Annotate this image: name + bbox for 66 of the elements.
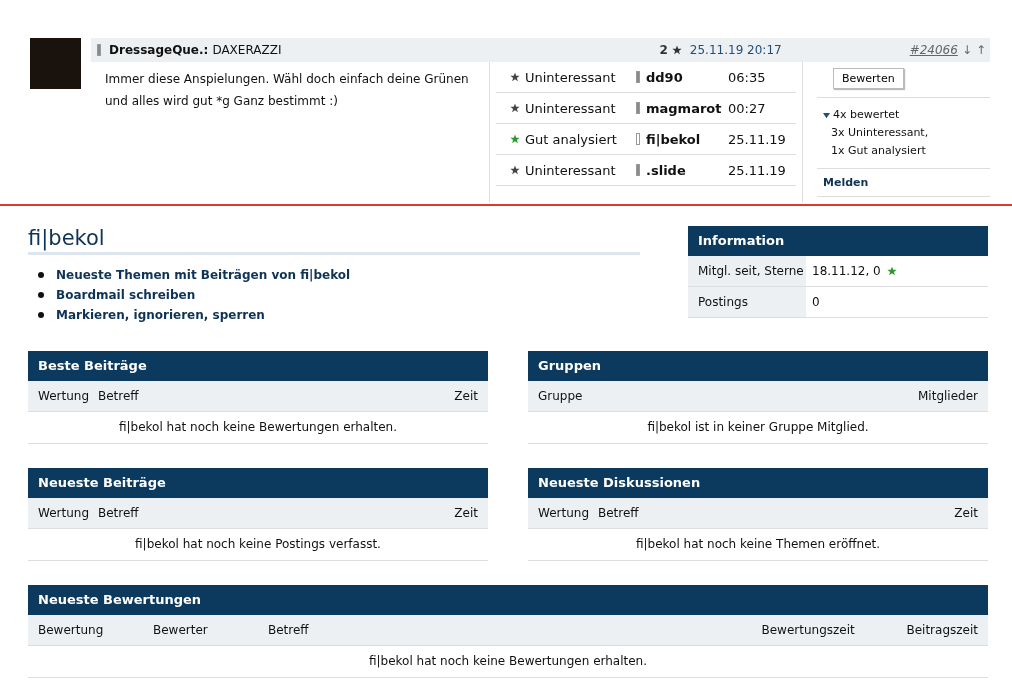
column-header: Betreff bbox=[98, 389, 140, 403]
rate-button[interactable]: Bewerten bbox=[833, 68, 904, 89]
empty-message: fi|bekol hat noch keine Bewertungen erhalten. bbox=[28, 412, 488, 444]
rating-count: 2 bbox=[659, 43, 668, 57]
section-header: Neueste Diskussionen bbox=[528, 468, 988, 498]
avatar-image bbox=[30, 38, 81, 89]
column-header: Wertung bbox=[38, 506, 88, 520]
report-link[interactable]: Melden bbox=[823, 176, 869, 189]
bullet-icon bbox=[38, 292, 44, 298]
column-header: Betreff bbox=[598, 506, 640, 520]
rating-time: 25.11.19 bbox=[728, 162, 787, 178]
rating-time: 06:35 bbox=[728, 69, 767, 85]
rater-link[interactable]: fi|bekol bbox=[646, 131, 722, 147]
star-icon bbox=[671, 45, 682, 55]
info-label: Postings bbox=[688, 287, 806, 317]
column-header: Wertung bbox=[538, 506, 588, 520]
rating-label: Uninteressant bbox=[525, 100, 616, 116]
column-header: Wertung bbox=[38, 389, 88, 403]
empty-message: fi|bekol hat noch keine Themen eröffnet. bbox=[528, 529, 988, 561]
section-header: Neueste Bewertungen bbox=[28, 585, 988, 615]
post-text: Immer diese Anspielungen. Wähl doch einfach deine Grünen und alles wird gut *g Ganz bestimmt :) bbox=[105, 71, 470, 110]
profile-link[interactable]: Markieren, ignorieren, sperren bbox=[56, 305, 265, 325]
column-header: Zeit bbox=[454, 506, 478, 520]
rater-link[interactable]: magmarot bbox=[646, 100, 722, 116]
previous-post-link[interactable]: ↑ bbox=[975, 43, 986, 57]
rater-link[interactable]: dd90 bbox=[646, 69, 722, 85]
info-value: 0 bbox=[812, 295, 820, 309]
empty-message: fi|bekol hat noch keine Bewertungen erhalten. bbox=[28, 646, 988, 678]
column-header: Gruppe bbox=[538, 389, 584, 403]
rating-time: 25.11.19 bbox=[728, 131, 787, 147]
post-id-link[interactable]: #24066 bbox=[909, 43, 958, 57]
disclosure-triangle-icon[interactable] bbox=[823, 111, 830, 119]
rating-summary-line: 1x Gut analysiert bbox=[830, 143, 927, 159]
column-header: Beitragszeit bbox=[906, 623, 978, 637]
rating-summary-title[interactable]: 4x bewertet bbox=[833, 106, 900, 124]
empty-message: fi|bekol ist in keiner Gruppe Mitglied. bbox=[528, 412, 988, 444]
rating-label: Uninteressant bbox=[525, 162, 616, 178]
profile-name: fi|bekol bbox=[28, 226, 640, 255]
column-header: Mitglieder bbox=[918, 389, 978, 403]
profile-link[interactable]: Neueste Themen mit Beiträgen von fi|bekol bbox=[56, 265, 351, 285]
rating-label: Gut analysiert bbox=[525, 131, 617, 147]
section-header: Gruppen bbox=[528, 351, 988, 381]
column-header: Zeit bbox=[454, 389, 478, 403]
column-header: Betreff bbox=[98, 506, 140, 520]
profile-link[interactable]: Boardmail schreiben bbox=[56, 285, 196, 305]
author-link[interactable]: DAXERAZZI bbox=[212, 43, 282, 57]
section-header: Information bbox=[688, 226, 988, 256]
section-header: Neueste Beiträge bbox=[28, 468, 488, 498]
bullet-icon bbox=[38, 272, 44, 278]
author-label: DressageQue.: bbox=[109, 43, 209, 57]
rating-summary-line: 3x Uninteressant, bbox=[830, 125, 930, 141]
post-timestamp: 25.11.19 20:17 bbox=[689, 43, 782, 57]
empty-message: fi|bekol hat noch keine Postings verfasst. bbox=[28, 529, 488, 561]
bullet-icon bbox=[38, 312, 44, 318]
rater-link[interactable]: .slide bbox=[646, 162, 722, 178]
next-post-link[interactable]: ↓ bbox=[961, 43, 972, 57]
column-header: Bewerter bbox=[153, 623, 209, 637]
column-header: Zeit bbox=[954, 506, 978, 520]
column-header: Bewertungszeit bbox=[761, 623, 856, 637]
info-value: 18.11.12, 0 bbox=[812, 264, 881, 278]
info-label: Mitgl. seit, Sterne bbox=[688, 256, 806, 286]
column-header: Bewertung bbox=[38, 623, 105, 637]
rating-label: Uninteressant bbox=[525, 69, 616, 85]
rating-time: 00:27 bbox=[728, 100, 767, 116]
section-header: Beste Beiträge bbox=[28, 351, 488, 381]
column-header: Betreff bbox=[268, 623, 310, 637]
